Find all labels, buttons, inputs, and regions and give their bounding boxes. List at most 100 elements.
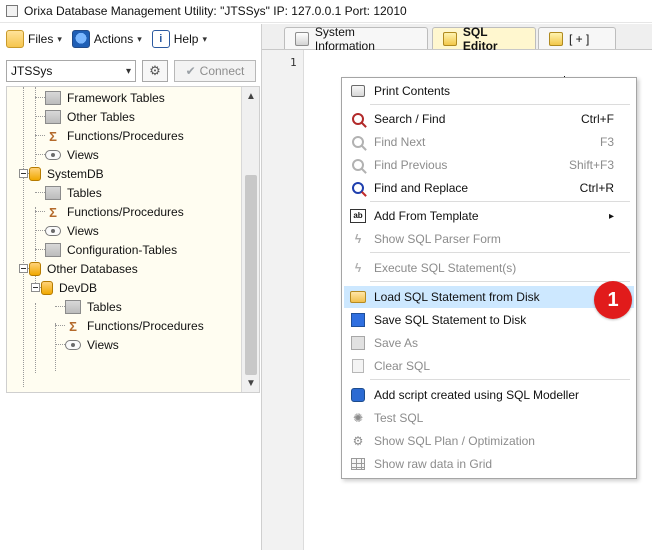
menu-item-label: Find Next	[374, 135, 426, 149]
tree-item[interactable]: Σ Functions/Procedures	[65, 317, 204, 335]
tree-item-label: Framework Tables	[67, 91, 165, 105]
menu-item-show-sql-plan: ⚙ Show SQL Plan / Optimization	[344, 430, 634, 452]
tab-system-information[interactable]: System Information	[284, 25, 428, 53]
check-icon: ✔	[185, 64, 196, 78]
menu-item-add-from-template[interactable]: ab Add From Template ▸	[344, 205, 634, 227]
scroll-down-icon[interactable]: ▼	[242, 374, 259, 392]
menu-item-shortcut: Shift+F3	[568, 158, 614, 172]
table-icon	[45, 110, 61, 124]
menu-item-find-and-replace[interactable]: Find and Replace Ctrl+R	[344, 177, 634, 199]
actions-label: Actions	[93, 32, 134, 46]
save-as-icon	[350, 335, 366, 351]
main-toolbar: Files ▾ Actions ▾ i Help ▾	[0, 24, 262, 54]
find-next-icon	[350, 134, 366, 150]
menu-item-label: Print Contents	[374, 84, 451, 98]
files-dropdown-icon: ▾	[57, 33, 62, 44]
tree-item[interactable]: Views	[45, 146, 99, 164]
tab-add[interactable]: [ + ]	[538, 27, 616, 49]
help-menu[interactable]: i Help ▾	[151, 30, 207, 48]
actions-menu[interactable]: Actions ▾	[71, 30, 142, 48]
tree-item[interactable]: Other Databases	[29, 260, 138, 278]
tree-line	[35, 230, 45, 231]
menu-item-label: Add From Template	[374, 209, 479, 223]
editor-context-menu: Print Contents Search / Find Ctrl+F Find…	[341, 77, 637, 479]
tree-collapse-devdb[interactable]	[31, 283, 40, 292]
tab-label: SQL Editor	[462, 24, 498, 53]
tree-item-label: DevDB	[59, 281, 98, 295]
tree-item[interactable]: Tables	[45, 184, 102, 202]
find-previous-icon	[350, 157, 366, 173]
settings-button[interactable]: ⚙	[142, 60, 168, 82]
connect-button[interactable]: ✔ Connect	[174, 60, 256, 82]
tree-item-label: Configuration-Tables	[67, 243, 178, 257]
tree-item[interactable]: Σ Functions/Procedures	[45, 203, 184, 221]
menu-item-label: Show raw data in Grid	[374, 457, 493, 471]
menu-item-clear-sql: Clear SQL	[344, 355, 634, 377]
tab-sql-editor[interactable]: SQL Editor	[432, 25, 536, 53]
tree-item[interactable]: Σ Functions/Procedures	[45, 127, 184, 145]
menu-item-add-script-from-modeller[interactable]: Add script created using SQL Modeller	[344, 384, 634, 406]
new-tab-icon	[549, 31, 563, 46]
line-number: 1	[290, 56, 297, 69]
menu-separator	[370, 104, 630, 105]
menu-item-search-find[interactable]: Search / Find Ctrl+F	[344, 108, 634, 130]
tree-collapse-other-databases[interactable]	[19, 264, 28, 273]
tree-line	[35, 303, 36, 373]
tree-item-label: Functions/Procedures	[67, 205, 184, 219]
search-icon	[350, 111, 366, 127]
tree-line	[35, 135, 45, 136]
database-select-value: JTSSys	[11, 64, 53, 78]
gear-icon: ⚙	[149, 63, 161, 78]
scroll-thumb[interactable]	[245, 175, 257, 375]
menu-item-label: Search / Find	[374, 112, 446, 126]
tree-scrollbar[interactable]: ▲ ▼	[241, 87, 259, 392]
tree-line	[55, 323, 56, 371]
tree-item[interactable]: SystemDB	[29, 165, 104, 183]
line-number-gutter: 1	[262, 50, 304, 550]
tree-line	[35, 249, 45, 250]
tree-item[interactable]: Configuration-Tables	[45, 241, 177, 259]
scroll-up-icon[interactable]: ▲	[242, 87, 259, 105]
tree-item[interactable]: Tables	[65, 298, 122, 316]
tree-item[interactable]: DevDB	[41, 279, 97, 297]
menu-item-load-sql-from-disk[interactable]: Load SQL Statement from Disk	[344, 286, 634, 308]
tree-collapse-systemdb[interactable]	[19, 169, 28, 178]
table-icon	[45, 91, 61, 105]
files-menu[interactable]: Files ▾	[6, 30, 62, 48]
grid-icon	[350, 456, 366, 472]
menu-item-print-contents[interactable]: Print Contents	[344, 80, 634, 102]
tree-item[interactable]: Views	[65, 336, 119, 354]
menu-item-label: Add script created using SQL Modeller	[374, 388, 579, 402]
folder-icon	[6, 30, 24, 48]
menu-item-save-sql-to-disk[interactable]: Save SQL Statement to Disk	[344, 309, 634, 331]
table-icon	[65, 300, 81, 314]
tree-line	[35, 154, 45, 155]
tab-label: System Information	[314, 24, 375, 53]
tree-item[interactable]: Framework Tables	[45, 89, 165, 107]
tree-line	[35, 192, 45, 193]
menu-item-shortcut: F3	[599, 135, 614, 149]
tree-item-label: Views	[67, 148, 99, 162]
actions-icon	[71, 30, 90, 48]
eye-icon	[45, 226, 61, 236]
clear-icon	[350, 358, 366, 374]
table-icon	[45, 186, 61, 200]
connection-row: JTSSys ▾ ⚙ ✔ Connect	[6, 58, 256, 84]
menu-item-label: Show SQL Parser Form	[374, 232, 501, 246]
left-panel: Files ▾ Actions ▾ i Help ▾ JTSSys ▾ ⚙ ✔ …	[0, 24, 262, 550]
tree-item[interactable]: Other Tables	[45, 108, 135, 126]
database-icon	[41, 281, 53, 295]
execute-icon: ϟ	[354, 261, 362, 275]
menu-item-save-as: Save As	[344, 332, 634, 354]
step-number-badge: 1	[594, 281, 632, 319]
tree-line	[55, 325, 65, 326]
sigma-icon: Σ	[49, 128, 57, 144]
connect-label: Connect	[199, 64, 245, 78]
menu-item-label: Load SQL Statement from Disk	[374, 290, 540, 304]
menu-separator	[370, 252, 630, 253]
printer-icon	[350, 83, 366, 99]
eye-icon	[45, 150, 61, 160]
sigma-icon: Σ	[69, 318, 77, 334]
database-select[interactable]: JTSSys ▾	[6, 60, 136, 82]
tree-item[interactable]: Views	[45, 222, 99, 240]
